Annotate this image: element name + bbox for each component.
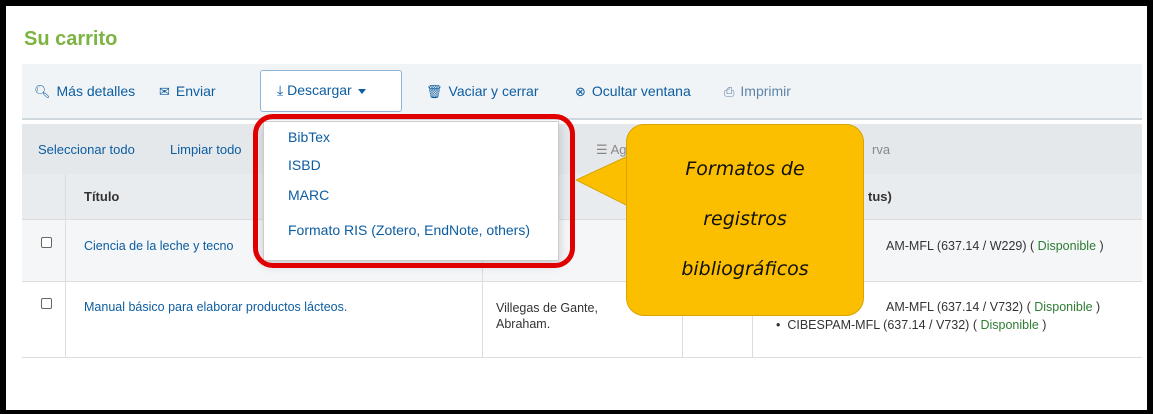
holding-item: AM-MFL (637.14 / V732) ( Disponible ) (886, 300, 1101, 314)
trash-icon: 🗑︎ (426, 84, 443, 99)
download-dropdown-button[interactable]: ⤓ Descargar (260, 70, 402, 112)
title-column-header[interactable]: Título (84, 189, 119, 204)
hide-window-button[interactable]: ⊗ Ocultar ventana (575, 80, 691, 102)
status-available: Disponible (980, 318, 1039, 332)
callout-pointer (576, 155, 629, 207)
row-checkbox[interactable] (41, 237, 52, 248)
zoom-in-icon: 🔍︎ (34, 84, 51, 99)
place-hold-button[interactable]: rva (872, 142, 890, 157)
record-author: Villegas de Gante, Abraham. (496, 301, 598, 331)
send-label: Enviar (175, 83, 216, 99)
status-available: Disponible (1037, 239, 1097, 253)
page-title: Su carrito (24, 28, 118, 50)
row-checkbox[interactable] (41, 298, 52, 309)
empty-and-close-button[interactable]: 🗑︎ Vaciar y cerrar (426, 80, 539, 102)
record-title-link[interactable]: Manual básico para elaborar productos lá… (84, 300, 347, 314)
location-column-header: tus) (868, 189, 892, 204)
status-available: Disponible (1034, 300, 1093, 314)
callout-text: Formatos de registros bibliográficos (626, 124, 864, 316)
print-button[interactable]: ⎙ Imprimir (724, 80, 791, 102)
table-row: Ciencia de la leche y tecno AM-MFL (637.… (22, 220, 1142, 282)
clear-all-link[interactable]: Limpiar todo (170, 142, 242, 157)
callout-line: Formatos de (685, 158, 805, 180)
callout-line: bibliográficos (681, 258, 809, 280)
cart-toolbar: 🔍︎ Más detalles ✉ Enviar ⤓ Descargar 🗑︎ Vac… (22, 64, 1142, 120)
table-row: Manual básico para elaborar productos lá… (22, 282, 1142, 358)
hide-window-label: Ocultar ventana (591, 83, 691, 99)
select-all-link[interactable]: Seleccionar todo (38, 142, 135, 157)
send-button[interactable]: ✉ Enviar (159, 80, 216, 102)
times-circle-icon: ⊗ (575, 84, 586, 99)
callout-line: registros (703, 208, 787, 230)
holding-item: • CIBESPAM-MFL (637.14 / V732) ( Disponi… (776, 318, 1047, 332)
record-title-link[interactable]: Ciencia de la leche y tecno (84, 239, 233, 253)
holding-item: AM-MFL (637.14 / W229) ( Disponible ) (886, 239, 1104, 253)
download-icon: ⤓ (277, 82, 284, 98)
more-details-label: Más detalles (56, 83, 136, 99)
highlight-outline (253, 114, 575, 268)
empty-and-close-label: Vaciar y cerrar (448, 83, 539, 99)
caret-down-icon (357, 88, 366, 94)
envelope-icon: ✉ (159, 84, 170, 99)
printer-icon: ⎙ (724, 84, 735, 99)
print-label: Imprimir (740, 83, 791, 99)
more-details-button[interactable]: 🔍︎ Más detalles (34, 80, 135, 102)
download-label: Descargar (287, 82, 352, 98)
